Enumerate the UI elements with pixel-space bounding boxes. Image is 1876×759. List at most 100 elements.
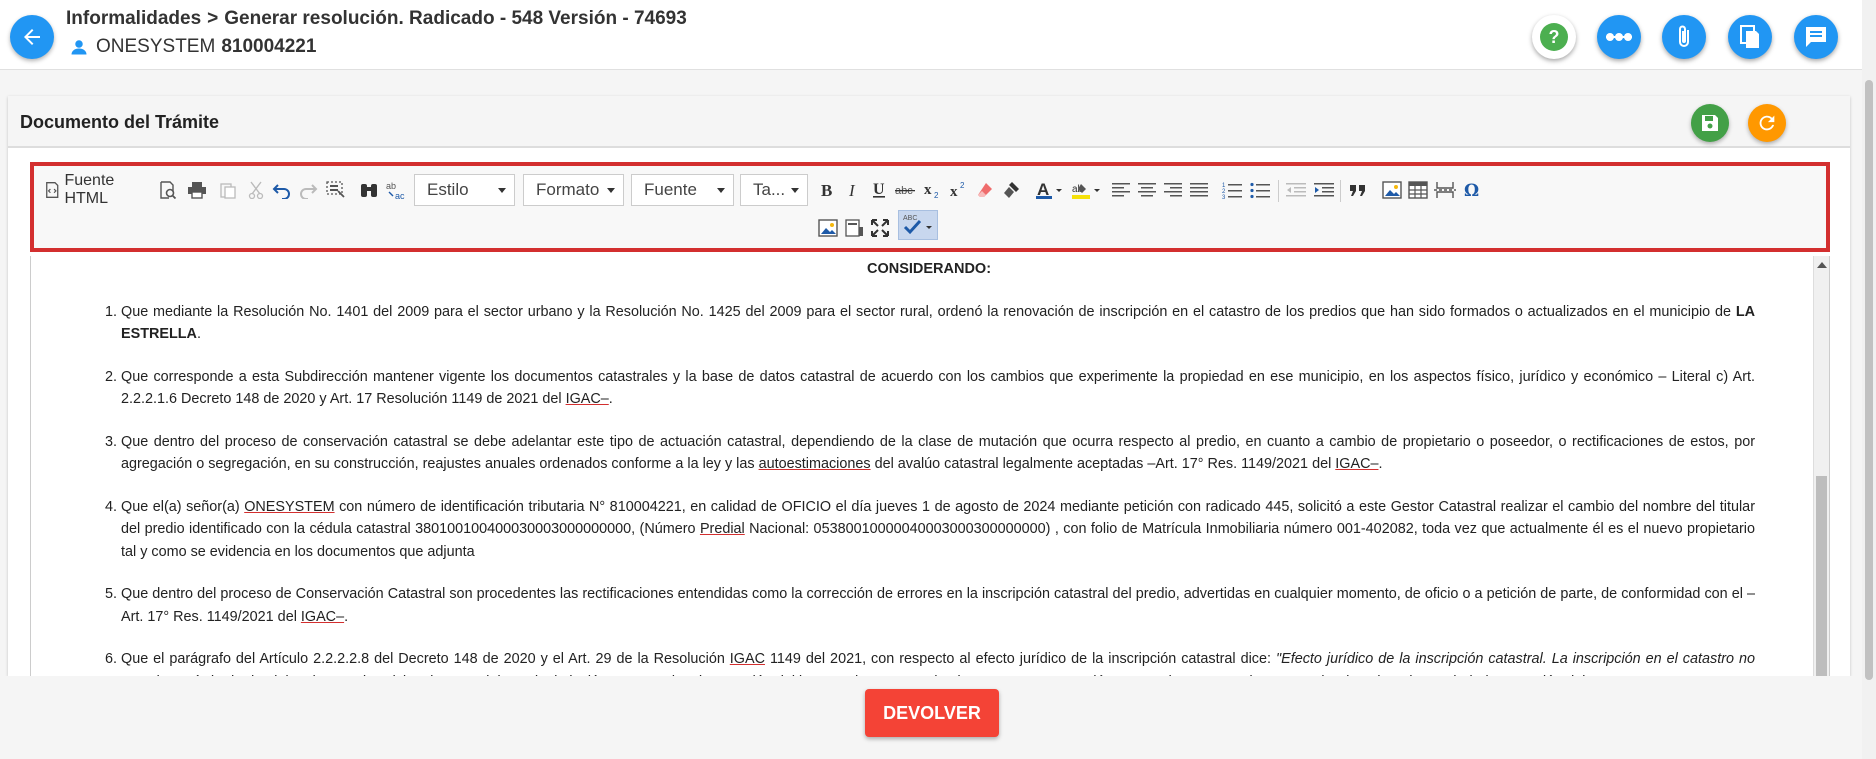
image-button[interactable] (1380, 176, 1404, 204)
format-combo[interactable]: Formato (523, 174, 624, 206)
bulleted-list-button[interactable] (1248, 176, 1272, 204)
preview-icon (160, 181, 177, 199)
table-button[interactable] (1406, 176, 1430, 204)
font-combo-label: Fuente (644, 180, 697, 199)
svg-text:I: I (848, 182, 856, 198)
source-html-button[interactable]: Fuente HTML (44, 172, 154, 207)
svg-text:2: 2 (934, 191, 939, 199)
style-combo[interactable]: Estilo (414, 174, 515, 206)
strikethrough-button[interactable]: abc (894, 176, 918, 204)
text-color-button[interactable]: A (1034, 176, 1064, 204)
cut-icon (248, 181, 264, 199)
underline-button[interactable]: U (868, 176, 890, 204)
editor-content-area[interactable]: CONSIDERANDO: Que mediante la Resolución… (30, 256, 1830, 676)
replace-button[interactable]: ab ac (384, 176, 410, 204)
image-icon (1382, 181, 1402, 199)
user-name: ONESYSTEM (96, 36, 216, 57)
blockquote-button[interactable] (1346, 176, 1370, 204)
return-button[interactable]: DEVOLVER (865, 689, 999, 737)
chevron-down-icon (607, 188, 615, 193)
chevron-down-icon (498, 188, 506, 193)
page-scrollbar[interactable] (1862, 0, 1876, 759)
image-properties-button[interactable] (816, 214, 840, 242)
considerations-list: Que mediante la Resolución No. 1401 del … (103, 301, 1755, 677)
reload-button[interactable] (1748, 104, 1786, 142)
svg-text:ac: ac (395, 191, 405, 200)
align-right-button[interactable] (1162, 176, 1184, 204)
svg-text:Ω: Ω (1464, 181, 1479, 199)
copy-document-icon (1740, 25, 1759, 48)
iframe-button[interactable] (842, 214, 866, 242)
size-combo[interactable]: Ta... (740, 174, 808, 206)
quote-icon (1350, 185, 1365, 196)
breadcrumb-root[interactable]: Informalidades (66, 8, 201, 29)
copy-format-button[interactable] (1000, 176, 1022, 204)
find-button[interactable] (356, 176, 382, 204)
italic-icon: I (848, 182, 856, 198)
special-char-button[interactable]: Ω (1460, 176, 1484, 204)
font-combo[interactable]: Fuente (631, 174, 734, 206)
redo-button[interactable] (296, 176, 320, 204)
decrease-indent-button[interactable] (1284, 176, 1308, 204)
svg-text:x: x (950, 184, 958, 199)
svg-text:2: 2 (960, 181, 965, 190)
cut-button[interactable] (244, 176, 268, 204)
page-break-button[interactable] (1432, 176, 1458, 204)
subscript-button[interactable]: x2 (922, 176, 944, 204)
justify-button[interactable] (1188, 176, 1210, 204)
page-scrollbar-thumb[interactable] (1865, 80, 1873, 680)
source-html-label: Fuente HTML (64, 172, 115, 207)
image-icon (818, 219, 838, 237)
replace-icon: abac (386, 181, 405, 200)
breadcrumb: Informalidades > Generar resolución. Radic… (66, 8, 687, 30)
person-icon (71, 40, 87, 55)
print-icon (188, 182, 206, 199)
maximize-button[interactable] (868, 214, 892, 242)
user-id: 810004221 (221, 36, 317, 57)
bold-button[interactable]: B (816, 176, 838, 204)
indent-icon (1314, 183, 1334, 197)
chevron-down-icon (791, 188, 799, 193)
comments-button[interactable] (1794, 15, 1838, 59)
print-button[interactable] (184, 176, 210, 204)
more-options-button[interactable] (1597, 15, 1641, 59)
strikethrough-icon: abc (895, 185, 915, 197)
increase-indent-button[interactable] (1312, 176, 1336, 204)
list-item: Que mediante la Resolución No. 1401 del … (121, 301, 1755, 346)
numbered-list-button[interactable]: 123 (1220, 176, 1244, 204)
back-button[interactable] (10, 15, 54, 59)
editor-scrollbar[interactable] (1813, 256, 1829, 676)
remove-format-button[interactable] (974, 176, 996, 204)
superscript-button[interactable]: x2 (948, 176, 970, 204)
save-button[interactable] (1691, 104, 1729, 142)
scrollbar-thumb[interactable] (1816, 476, 1827, 676)
spellcheck-button[interactable]: ABC (898, 210, 938, 240)
app-header: Informalidades > Generar resolución. Radic… (0, 0, 1876, 70)
paste-button[interactable] (216, 176, 240, 204)
select-all-button[interactable] (324, 176, 348, 204)
svg-text:ab: ab (386, 181, 396, 191)
align-left-button[interactable] (1110, 176, 1132, 204)
copy-documents-button[interactable] (1728, 15, 1772, 59)
format-combo-label: Formato (536, 180, 600, 199)
align-justify-icon (1190, 183, 1208, 197)
document-body[interactable]: CONSIDERANDO: Que mediante la Resolución… (31, 256, 1815, 676)
style-combo-label: Estilo (427, 180, 469, 199)
more-horizontal-icon (1606, 33, 1632, 41)
help-button[interactable]: ? (1532, 15, 1576, 59)
attachments-button[interactable] (1662, 15, 1706, 59)
align-center-button[interactable] (1136, 176, 1158, 204)
eraser-icon (978, 183, 992, 197)
save-icon (1702, 115, 1718, 131)
breadcrumb-current: Generar resolución. Radicado - 548 Versi… (224, 8, 687, 29)
italic-button[interactable]: I (842, 176, 864, 204)
maximize-icon (871, 219, 889, 237)
svg-text:ABC: ABC (903, 215, 917, 222)
align-left-icon (1112, 183, 1130, 197)
table-icon (1408, 181, 1428, 199)
scroll-up-icon[interactable] (1817, 262, 1827, 268)
undo-button[interactable] (270, 176, 294, 204)
preview-button[interactable] (156, 176, 180, 204)
underline-icon: U (873, 181, 885, 198)
background-color-button[interactable]: ab (1070, 176, 1102, 204)
